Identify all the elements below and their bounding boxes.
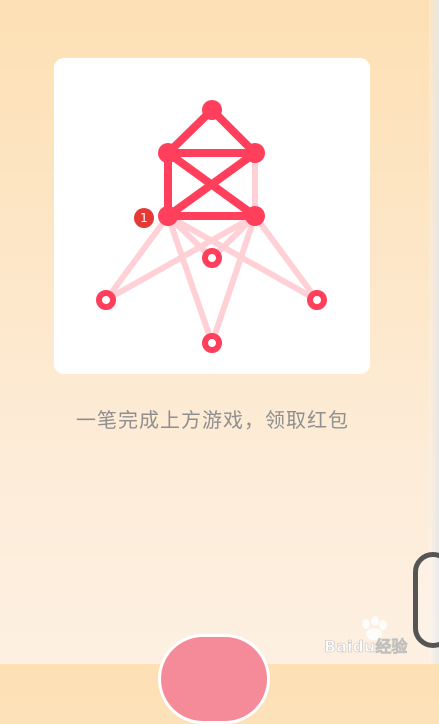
visited-node[interactable]	[245, 206, 265, 226]
baidu-watermark: Baidu经验	[324, 616, 409, 656]
undrawn-line	[252, 213, 320, 303]
undrawn-line	[103, 213, 171, 303]
claim-button[interactable]	[158, 634, 270, 724]
unvisited-node[interactable]	[96, 290, 116, 310]
visited-node[interactable]	[202, 100, 222, 120]
visited-node[interactable]	[158, 206, 178, 226]
puzzle-card[interactable]	[54, 58, 370, 374]
instruction-text: 一笔完成上方游戏，领取红包	[76, 408, 349, 432]
unvisited-node[interactable]	[202, 333, 222, 353]
start-point-badge: 1	[134, 208, 154, 228]
side-handle[interactable]	[413, 552, 439, 648]
puzzle-board[interactable]	[54, 58, 370, 374]
unvisited-node[interactable]	[202, 248, 222, 268]
watermark-text: Baidu经验	[324, 637, 408, 656]
visited-node[interactable]	[158, 143, 178, 163]
unvisited-node[interactable]	[307, 290, 327, 310]
visited-node[interactable]	[245, 143, 265, 163]
